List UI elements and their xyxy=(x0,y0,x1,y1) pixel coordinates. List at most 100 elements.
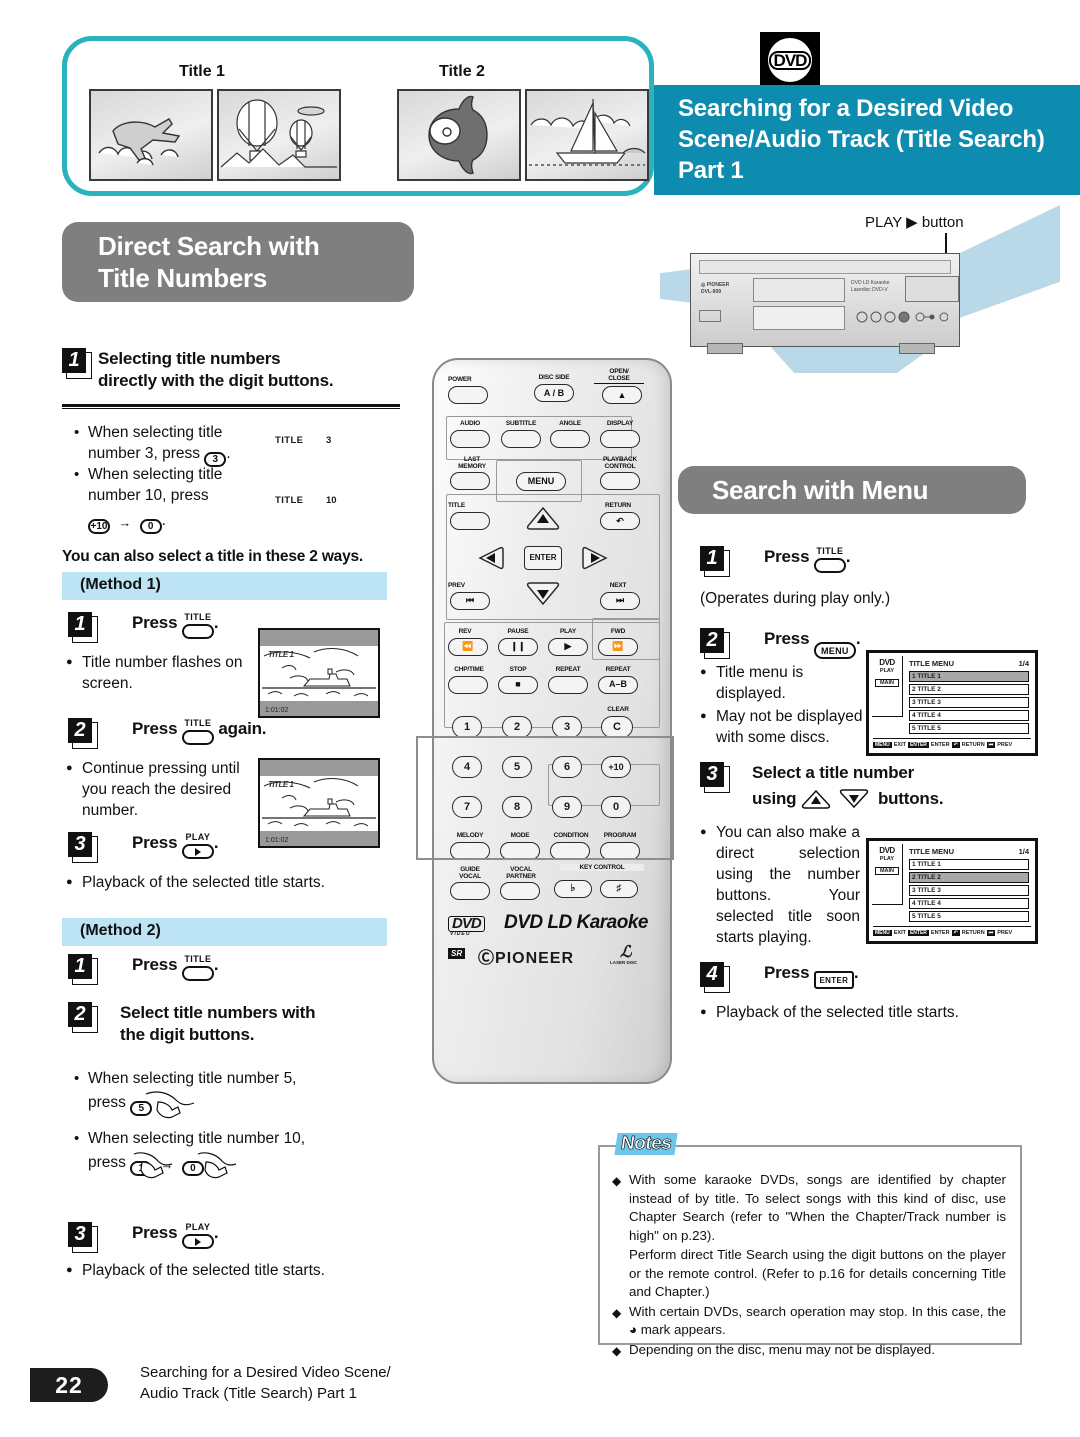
digit-buttons-highlight-box xyxy=(416,736,674,860)
osd-title-value: 3 xyxy=(326,435,332,446)
section-direct-search: Direct Search with Title Numbers xyxy=(62,222,414,302)
up-arrow-key-icon[interactable] xyxy=(801,789,835,811)
tv-timecode-1: 1:01:02 xyxy=(265,707,289,714)
m2-bullet-10-text: When selecting title number 10, xyxy=(72,1128,392,1149)
osd2-row-1[interactable]: 1 TITLE 1 xyxy=(909,859,1029,870)
remote-digit-2[interactable]: 2 xyxy=(502,716,532,738)
r-step1-note: (Operates during play only.) xyxy=(700,590,891,607)
osd2-title: TITLE MENU xyxy=(909,847,954,856)
osd2-foot-return-icon: ↶ xyxy=(951,930,960,936)
remote-btn-disc-side[interactable]: A / B xyxy=(534,384,574,402)
osd2-foot-enter: ENTER xyxy=(930,930,950,936)
m1-step-2: 2 Press TITLE again. xyxy=(68,718,398,749)
player-small-btn xyxy=(699,310,721,322)
title-key-icon[interactable]: TITLE xyxy=(813,546,846,574)
remote-btn-audio[interactable] xyxy=(450,430,490,448)
remote-btn-stop[interactable]: ■ xyxy=(498,676,538,694)
remote-btn-guide-vocal[interactable] xyxy=(450,882,490,900)
label-guide-vocal: GUIDE VOCAL xyxy=(459,866,481,880)
remote-btn-subtitle[interactable] xyxy=(501,430,541,448)
osd2-row-2[interactable]: 2 TITLE 2 xyxy=(909,872,1029,883)
title-key-icon[interactable]: TITLE xyxy=(181,612,214,640)
pointing-hand-icon xyxy=(133,1152,173,1179)
remote-btn-chp-time[interactable] xyxy=(448,676,488,694)
remote-btn-pause[interactable]: ❙❙ xyxy=(498,638,538,656)
player-display xyxy=(753,306,845,330)
remote-btn-last-memory[interactable] xyxy=(450,472,490,490)
m2-step-2: 2 Select title numbers with the digit bu… xyxy=(68,1002,408,1046)
remote-btn-key-flat[interactable]: ♭ xyxy=(554,880,592,898)
osd1-row-1[interactable]: 1 TITLE 1 xyxy=(909,671,1029,682)
m2-s3-press: Press xyxy=(132,1223,178,1242)
label-repeat: REPEAT xyxy=(555,666,581,673)
remote-digit-1[interactable]: 1 xyxy=(452,716,482,738)
note-item-1: With some karaoke DVDs, songs are identi… xyxy=(612,1171,1006,1245)
m1-step2-note: Continue pressing until you reach the de… xyxy=(66,758,246,821)
remote-btn-play[interactable]: ▶ xyxy=(548,638,588,656)
r-step2-notes: Title menu is displayed. May not be disp… xyxy=(700,662,870,748)
remote-btn-title[interactable] xyxy=(450,512,490,530)
step-number-chip: 4 xyxy=(700,962,730,993)
remote-btn-next[interactable]: ⏭ xyxy=(600,592,640,610)
osd-title-menu-2: DVD PLAY MAIN TITLE MENU 1/4 1 TITLE 1 2… xyxy=(866,838,1038,944)
remote-btn-down[interactable] xyxy=(526,582,560,611)
pointing-hand-icon-2 xyxy=(197,1152,237,1179)
remote-btn-angle[interactable] xyxy=(550,430,590,448)
osd1-row-3[interactable]: 3 TITLE 3 xyxy=(909,697,1029,708)
step-number-chip: 1 xyxy=(700,546,730,577)
m1-step1-note-text: Title number flashes on screen. xyxy=(66,652,246,694)
down-arrow-key-icon[interactable] xyxy=(839,789,873,811)
menu-key-icon[interactable]: MENU xyxy=(813,634,856,659)
play-key-icon[interactable]: PLAY xyxy=(181,832,214,860)
label-title: TITLE xyxy=(448,502,466,509)
logo-dvd-video-sub: VIDEO xyxy=(450,931,471,937)
r-step-4: 4 Press ENTER. xyxy=(700,962,1030,993)
remote-btn-repeat[interactable] xyxy=(548,676,588,694)
remote-btn-power[interactable] xyxy=(448,386,488,404)
remote-btn-clear[interactable]: C xyxy=(601,716,633,738)
osd2-row-3[interactable]: 3 TITLE 3 xyxy=(909,885,1029,896)
osd2-row-4[interactable]: 4 TITLE 4 xyxy=(909,898,1029,909)
remote-btn-enter[interactable]: ENTER xyxy=(524,546,562,570)
osd-title-display-10: TITLE 10 xyxy=(262,484,378,518)
remote-btn-left[interactable] xyxy=(478,546,512,575)
osd2-sidebar: DVD PLAY MAIN xyxy=(872,844,903,905)
osd2-row-5[interactable]: 5 TITLE 5 xyxy=(909,911,1029,922)
brand-pioneer-text: PIONEER xyxy=(495,950,575,967)
title-key-icon[interactable]: TITLE xyxy=(181,954,214,982)
remote-btn-display[interactable] xyxy=(600,430,640,448)
label-play: PLAY xyxy=(560,628,576,635)
player-knobs xyxy=(856,310,949,323)
osd1-row-2[interactable]: 2 TITLE 2 xyxy=(909,684,1029,695)
remote-btn-repeat-ab[interactable]: A–B xyxy=(598,676,638,694)
remote-digit-3[interactable]: 3 xyxy=(552,716,582,738)
play-key-icon[interactable]: PLAY xyxy=(181,1222,214,1250)
remote-btn-rev[interactable]: ⏪ xyxy=(448,638,488,656)
r-step-1: 1 Press TITLE . xyxy=(700,546,1000,577)
label-key-control: KEY CONTROL xyxy=(560,864,644,871)
remote-btn-vocal-partner[interactable] xyxy=(500,882,540,900)
osd1-row-5[interactable]: 5 TITLE 5 xyxy=(909,723,1029,734)
remote-btn-key-sharp[interactable]: ♯ xyxy=(600,880,638,898)
enter-key-icon[interactable]: ENTER xyxy=(813,971,854,989)
rule-under-step1-thin xyxy=(62,408,400,409)
remote-btn-right[interactable] xyxy=(574,546,608,575)
pointing-hand-icon xyxy=(145,1091,195,1119)
scene-thumb-sunfish xyxy=(397,89,521,181)
r-step2-note1: Title menu is displayed. xyxy=(700,662,870,704)
remote-btn-open-close[interactable]: ▲ xyxy=(602,386,642,404)
osd1-foot-menu: MENU xyxy=(873,742,892,748)
remote-btn-menu[interactable]: MENU xyxy=(516,472,566,491)
osd1-row-4[interactable]: 4 TITLE 4 xyxy=(909,710,1029,721)
remote-btn-prev[interactable]: ⏮ xyxy=(450,592,490,610)
remote-btn-return[interactable]: ↶ xyxy=(600,512,640,530)
m1-step3-note-text: Playback of the selected title starts. xyxy=(66,872,396,893)
title-key-icon[interactable]: TITLE xyxy=(181,718,214,746)
remote-btn-up[interactable] xyxy=(526,506,560,535)
remote-btn-playback-control[interactable] xyxy=(600,472,640,490)
remote-btn-fwd[interactable]: ⏩ xyxy=(598,638,638,656)
label-angle: ANGLE xyxy=(559,420,581,427)
r-step4-note-text: Playback of the selected title starts. xyxy=(700,1002,1030,1023)
m1-s1-press: Press xyxy=(132,613,178,632)
m1-step1-note: Title number flashes on screen. xyxy=(66,652,246,694)
